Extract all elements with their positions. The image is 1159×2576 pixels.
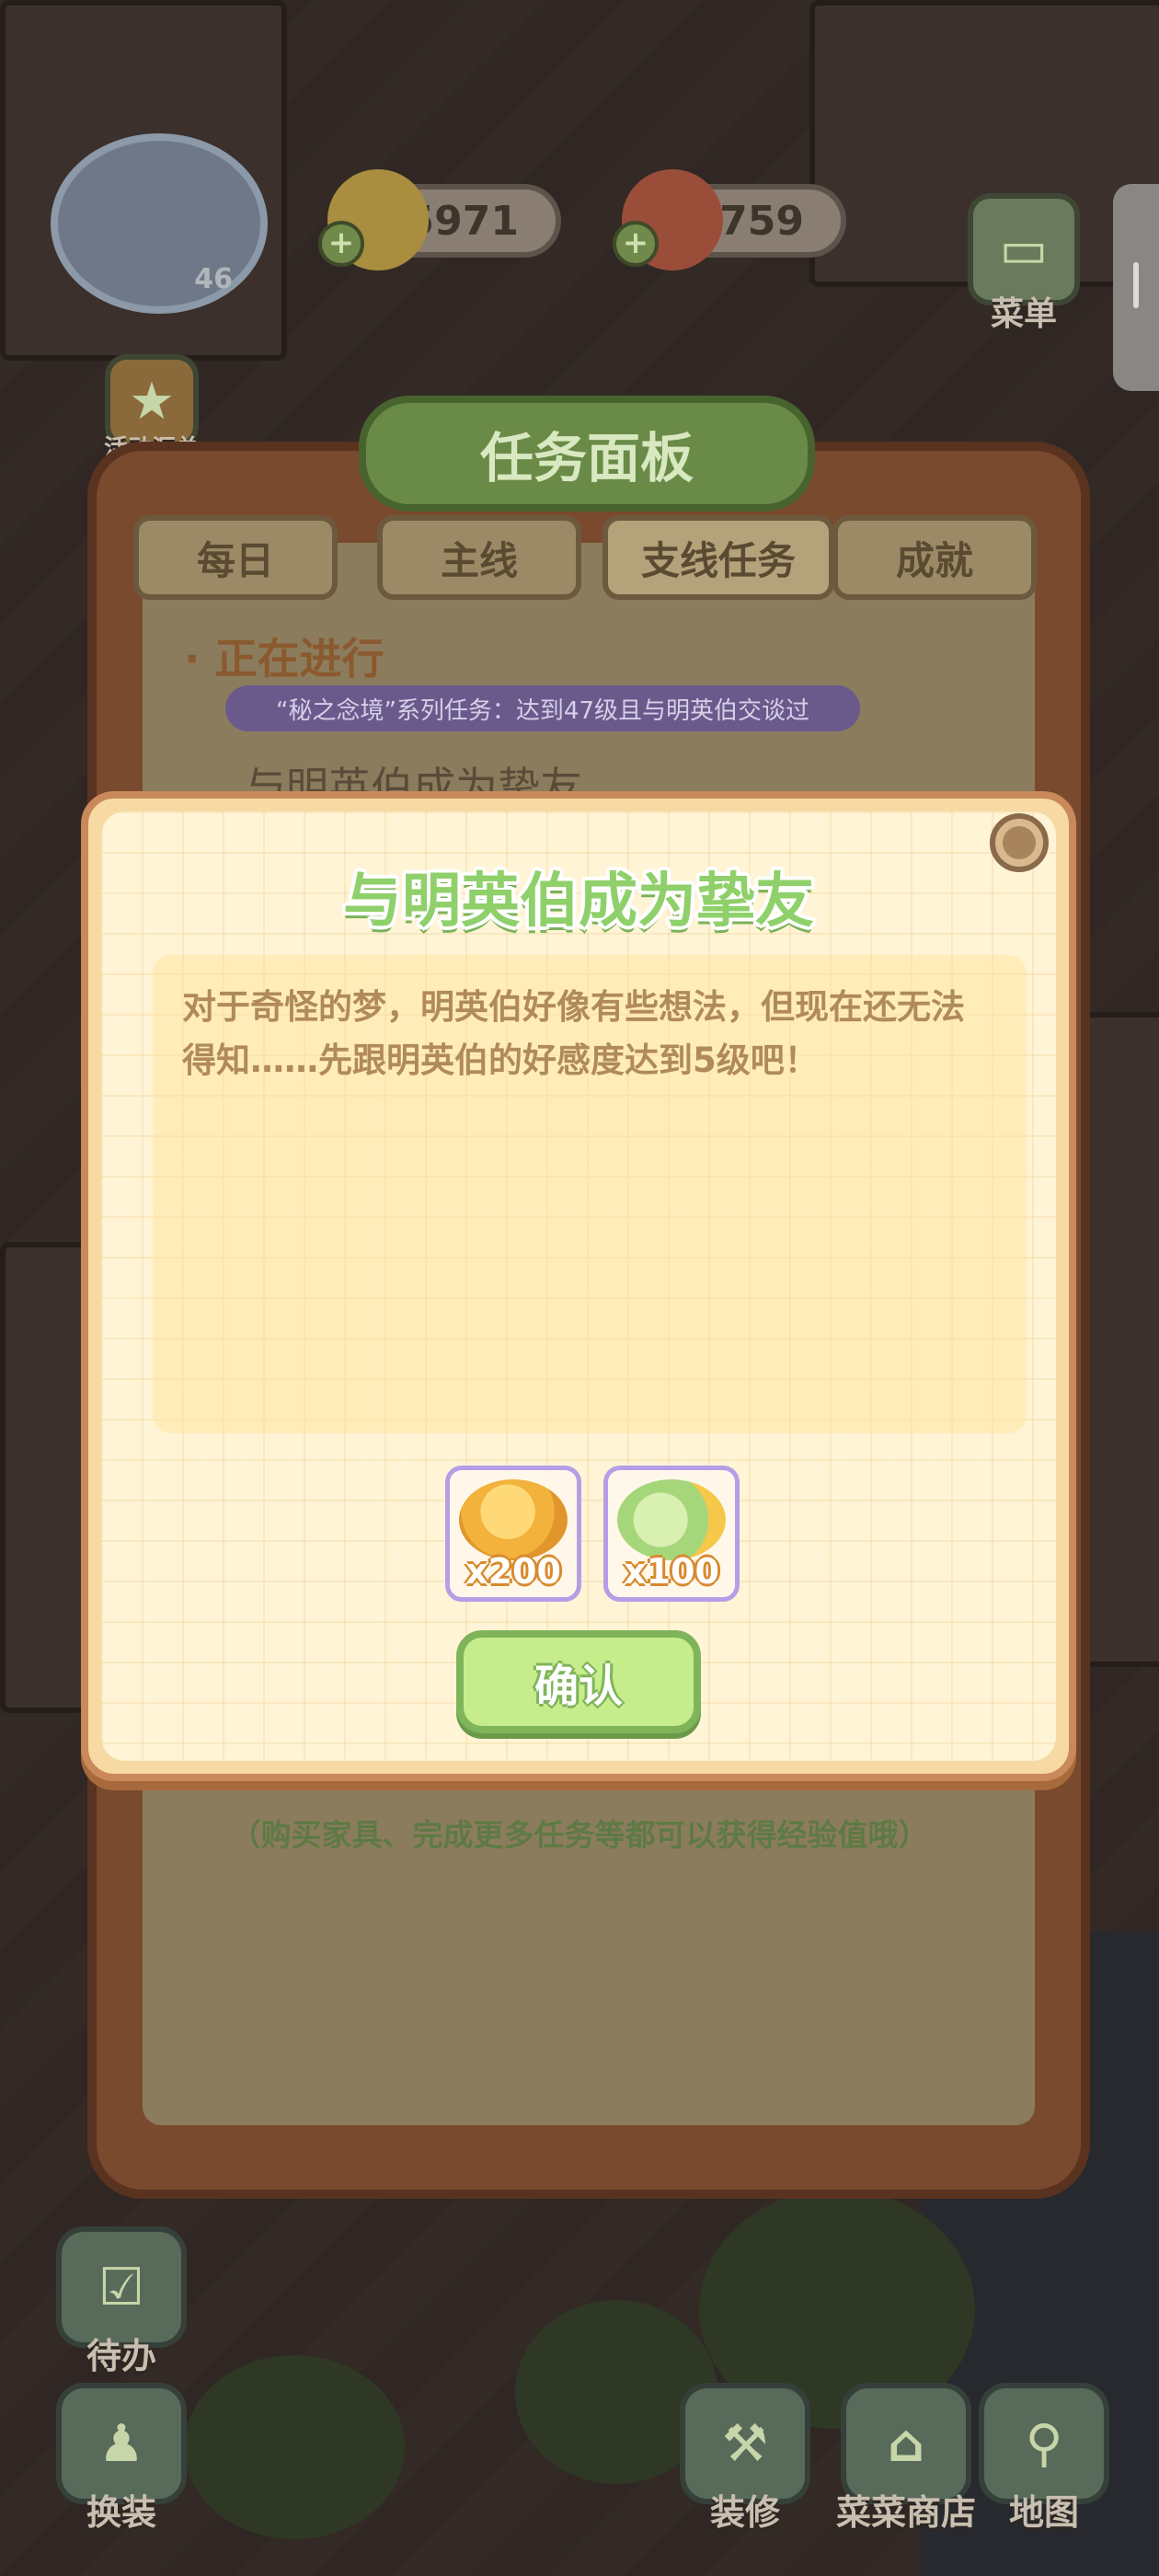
player-avatar[interactable]: 46 [51,133,268,314]
menu-button[interactable]: ▭ 菜单 [964,193,1084,335]
modal-title: 与明英伯成为挚友 [343,868,814,936]
task-panel-title: 任务面板 [359,396,815,512]
decorate-button[interactable]: ⚒ 装修 [671,2383,819,2535]
quest-detail-modal: 与明英伯成为挚友 对于奇怪的梦，明英伯好像有些想法，但现在还无法得知……先跟明英… [81,791,1076,1781]
map-button[interactable]: ⚲ 地图 [970,2383,1118,2535]
reward-gold-coins[interactable]: x200 [445,1466,581,1602]
vegetable-counter[interactable]: + 759 [613,169,846,270]
dressup-label: 换装 [86,2492,156,2533]
series-banner: “秘之念境”系列任务：达到47级且与明英伯交谈过 [225,685,860,731]
description-box: 对于奇怪的梦，明英伯好像有些想法，但现在还无法得知……先跟明英伯的好感度达到5级… [153,955,1027,1433]
decorate-label: 装修 [709,2492,780,2533]
quest-description: 对于奇怪的梦，明英伯好像有些想法，但现在还无法得知……先跟明英伯的好感度达到5级… [182,987,965,1080]
add-vegetables-button[interactable]: + [613,221,659,267]
coin-counter[interactable]: + 5971 [318,169,561,270]
menu-label: 菜单 [990,295,1057,333]
todo-button[interactable]: ☑ 待办 [48,2226,195,2378]
dressup-button[interactable]: ♟ 换装 [48,2383,195,2535]
in-progress-label: · 正在进行 [184,634,384,684]
gold-coins-icon [459,1479,568,1560]
todo-label: 待办 [86,2336,156,2376]
confirm-button[interactable]: 确认 [456,1630,701,1733]
map-label: 地图 [1008,2492,1079,2533]
vegetable-amount: 759 [719,197,804,245]
add-coins-button[interactable]: + [318,221,364,267]
tab-daily[interactable]: 每日 [133,515,338,600]
player-level: 46 [194,263,233,295]
tab-main[interactable]: 主线 [377,515,581,600]
exp-hint: （购买家具、完成更多任务等都可以获得经验值哦） [230,1817,929,1853]
reward-qty: x100 [624,1551,719,1592]
reward-vegetable-exp[interactable]: x100 [603,1466,740,1602]
tab-achievements[interactable]: 成就 [832,515,1037,600]
tab-side-quests[interactable]: 支线任务 [602,515,834,600]
side-drawer-handle[interactable] [1113,184,1159,391]
reward-qty: x200 [465,1551,561,1592]
vegetable-exp-icon [617,1479,726,1560]
